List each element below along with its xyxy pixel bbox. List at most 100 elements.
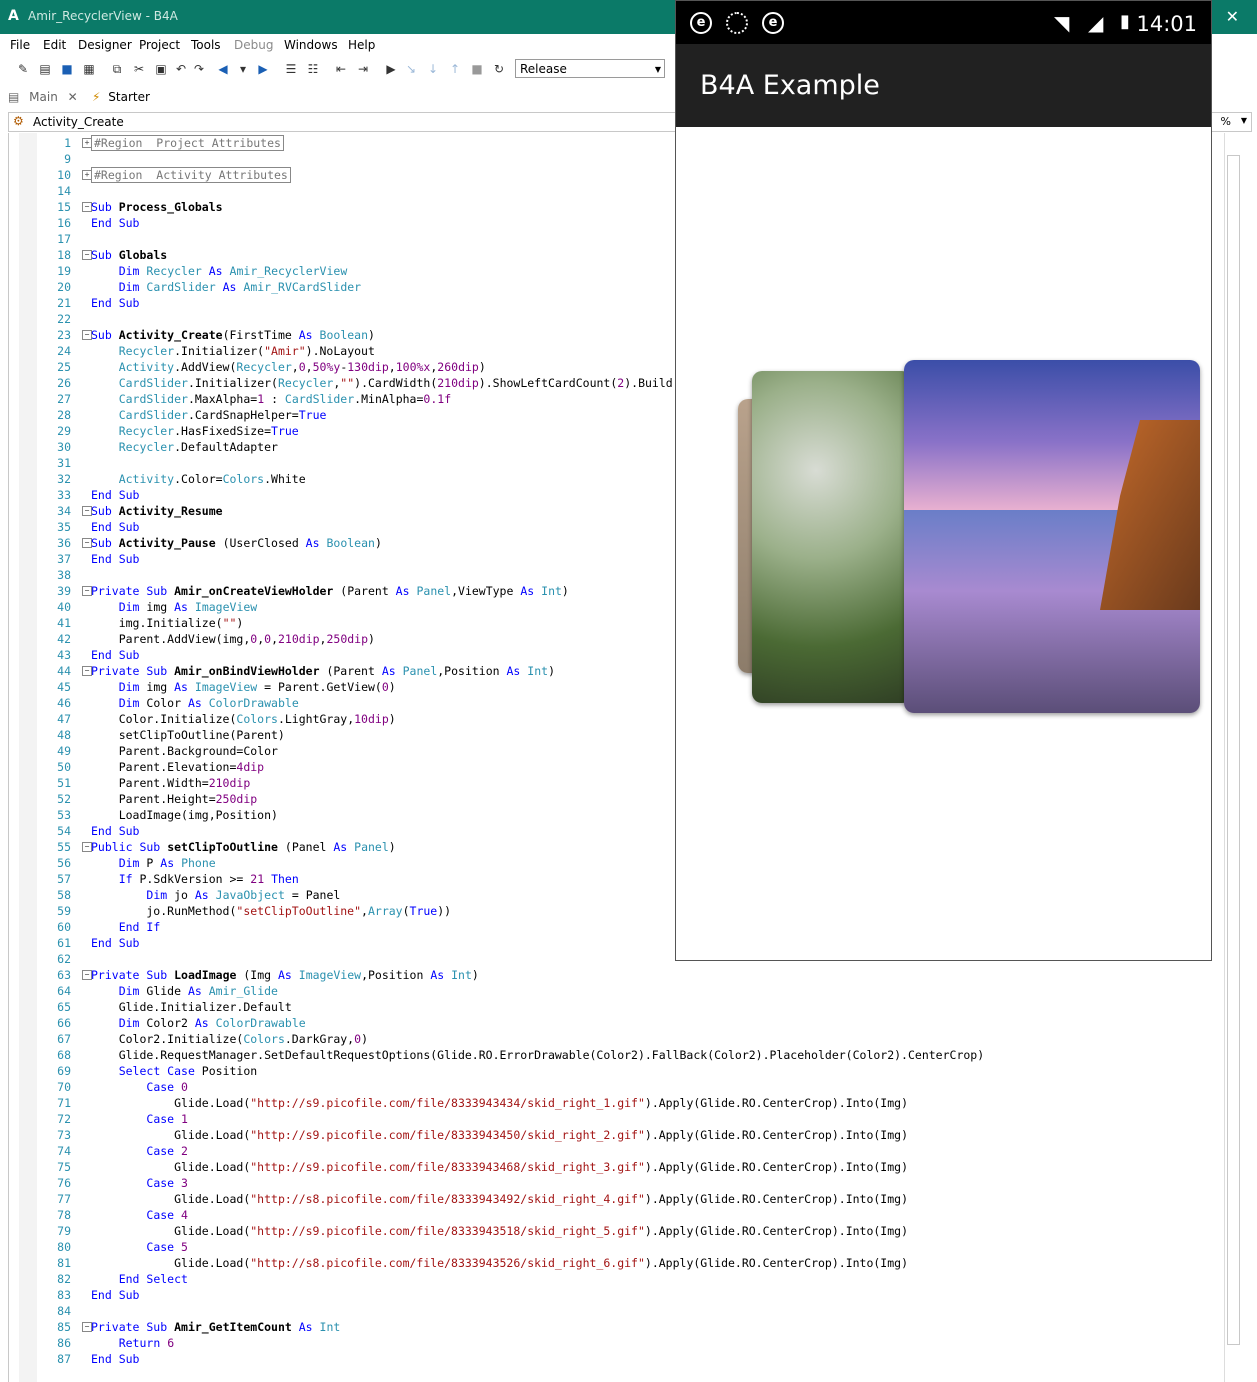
code-text: Select Case Position xyxy=(118,1064,258,1078)
code-line[interactable]: 66 Dim Color2 As ColorDrawable xyxy=(9,1015,1219,1031)
code-line[interactable]: 79 Glide.Load("http://s9.picofile.com/fi… xyxy=(9,1223,1219,1239)
module-icon: ▤ xyxy=(8,90,20,104)
line-number: 35 xyxy=(57,520,71,534)
line-number: 71 xyxy=(57,1096,71,1110)
code-line[interactable]: 69 Select Case Position xyxy=(9,1063,1219,1079)
comment-icon[interactable]: ☰ xyxy=(284,62,298,76)
code-line[interactable]: 67 Color2.Initialize(Colors.DarkGray,0) xyxy=(9,1031,1219,1047)
line-number: 43 xyxy=(57,648,71,662)
code-text: #Region Project Attributes xyxy=(91,135,284,151)
menu-project[interactable]: Project xyxy=(139,38,180,52)
back-dropdown-icon[interactable]: ▾ xyxy=(236,62,250,76)
line-number: 74 xyxy=(57,1144,71,1158)
build-config-value: Release xyxy=(520,62,567,76)
tab-starter[interactable]: ⚡ Starter xyxy=(92,90,162,108)
menu-designer[interactable]: Designer xyxy=(78,38,132,52)
copy-icon[interactable]: ⧉ xyxy=(110,62,124,76)
line-number: 1 xyxy=(64,136,71,150)
code-text: Parent.Width=210dip xyxy=(91,776,251,790)
code-text: End Sub xyxy=(91,488,140,502)
code-line[interactable]: 86 Return 6 xyxy=(9,1335,1219,1351)
battery-icon: ▮ xyxy=(1120,11,1130,32)
code-line[interactable]: 74 Case 2 xyxy=(9,1143,1219,1159)
code-line[interactable]: 73 Glide.Load("http://s9.picofile.com/fi… xyxy=(9,1127,1219,1143)
code-line[interactable]: 63− Private Sub LoadImage (Img As ImageVi… xyxy=(9,967,1219,983)
indent-icon[interactable]: ⇥ xyxy=(356,62,370,76)
line-number: 85 xyxy=(57,1320,71,1334)
code-line[interactable]: 77 Glide.Load("http://s8.picofile.com/fi… xyxy=(9,1191,1219,1207)
code-line[interactable]: 72 Case 1 xyxy=(9,1111,1219,1127)
navigate-back-icon[interactable]: ◀ xyxy=(216,62,230,76)
menu-debug[interactable]: Debug xyxy=(234,38,273,52)
step-out-icon[interactable]: ↑ xyxy=(448,62,462,76)
code-line[interactable]: 64 Dim Glide As Amir_Glide xyxy=(9,983,1219,999)
code-text: Case 0 xyxy=(146,1080,188,1094)
menu-edit[interactable]: Edit xyxy=(43,38,66,52)
step-icon[interactable]: ↘ xyxy=(404,62,418,76)
code-text: Sub Activity_Create(FirstTime As Boolean… xyxy=(91,328,375,342)
restart-icon[interactable]: ↻ xyxy=(492,62,506,76)
code-text: Recycler.HasFixedSize=True xyxy=(118,424,299,438)
undo-icon[interactable]: ↶ xyxy=(174,62,188,76)
uncomment-icon[interactable]: ☷ xyxy=(306,62,320,76)
b4a-app-icon: A xyxy=(8,8,19,24)
code-text: Activity.Color=Colors.White xyxy=(118,472,306,486)
save-all-icon[interactable]: ▦ xyxy=(82,62,96,76)
code-line[interactable]: 70 Case 0 xyxy=(9,1079,1219,1095)
card-slider-card[interactable] xyxy=(752,371,912,703)
code-text: Sub Activity_Resume xyxy=(91,504,223,518)
code-line[interactable]: 83 End Sub xyxy=(9,1287,1219,1303)
menu-windows[interactable]: Windows xyxy=(284,38,338,52)
status-time: 14:01 xyxy=(1136,12,1197,36)
code-line[interactable]: 80 Case 5 xyxy=(9,1239,1219,1255)
paste-icon[interactable]: ▣ xyxy=(154,62,168,76)
code-line[interactable]: 82 End Select xyxy=(9,1271,1219,1287)
outdent-icon[interactable]: ⇤ xyxy=(334,62,348,76)
line-number: 14 xyxy=(57,184,71,198)
code-line[interactable]: 68 Glide.RequestManager.SetDefaultReques… xyxy=(9,1047,1219,1063)
line-number: 52 xyxy=(57,792,71,806)
code-line[interactable]: 76 Case 3 xyxy=(9,1175,1219,1191)
code-text: If P.SdkVersion >= 21 Then xyxy=(118,872,299,886)
notification-e-icon: e xyxy=(762,12,784,34)
menu-file[interactable]: File xyxy=(10,38,30,52)
code-line[interactable]: 84 xyxy=(9,1303,1219,1319)
chevron-down-icon[interactable]: ▼ xyxy=(1241,116,1247,125)
save-icon[interactable]: ■ xyxy=(60,62,74,76)
code-line[interactable]: 65 Glide.Initializer.Default xyxy=(9,999,1219,1015)
code-text: Color2.Initialize(Colors.DarkGray,0) xyxy=(91,1032,368,1046)
navigate-forward-icon[interactable]: ▶ xyxy=(256,62,270,76)
menu-help[interactable]: Help xyxy=(348,38,375,52)
code-text: Glide.Load("http://s9.picofile.com/file/… xyxy=(91,1224,909,1238)
code-text: End Sub xyxy=(91,296,140,310)
build-config-select[interactable]: Release ▼ xyxy=(515,59,665,78)
code-text: Color.Initialize(Colors.LightGray,10dip) xyxy=(91,712,396,726)
code-line[interactable]: 85− Private Sub Amir_GetItemCount As Int xyxy=(9,1319,1219,1335)
stop-icon[interactable]: ■ xyxy=(470,62,484,76)
open-folder-icon[interactable]: ▤ xyxy=(38,62,52,76)
line-number: 68 xyxy=(57,1048,71,1062)
redo-icon[interactable]: ↷ xyxy=(192,62,206,76)
code-text: Private Sub LoadImage (Img As ImageView,… xyxy=(91,968,479,982)
scrollbar-thumb[interactable] xyxy=(1227,155,1240,1345)
tab-main[interactable]: ▤ Main ✕ xyxy=(8,90,88,108)
zoom-value[interactable]: % xyxy=(1221,115,1231,128)
code-line[interactable]: 81 Glide.Load("http://s8.picofile.com/fi… xyxy=(9,1255,1219,1271)
step-in-icon[interactable]: ↓ xyxy=(426,62,440,76)
cut-icon[interactable]: ✂ xyxy=(132,62,146,76)
code-line[interactable]: 87 End Sub xyxy=(9,1351,1219,1367)
close-icon[interactable]: ✕ xyxy=(1226,7,1239,26)
run-icon[interactable]: ▶ xyxy=(384,62,398,76)
line-number: 80 xyxy=(57,1240,71,1254)
editor-vertical-scrollbar[interactable] xyxy=(1224,133,1243,1382)
line-number: 17 xyxy=(57,232,71,246)
code-line[interactable]: 75 Glide.Load("http://s9.picofile.com/fi… xyxy=(9,1159,1219,1175)
code-text: Glide.Initializer.Default xyxy=(91,1000,292,1014)
card-slider-card[interactable] xyxy=(904,360,1200,713)
menu-tools[interactable]: Tools xyxy=(191,38,221,52)
code-line[interactable]: 71 Glide.Load("http://s9.picofile.com/fi… xyxy=(9,1095,1219,1111)
code-line[interactable]: 78 Case 4 xyxy=(9,1207,1219,1223)
code-text: Return 6 xyxy=(118,1336,175,1350)
close-tab-icon[interactable]: ✕ xyxy=(68,90,78,104)
new-file-icon[interactable]: ✎ xyxy=(16,62,30,76)
